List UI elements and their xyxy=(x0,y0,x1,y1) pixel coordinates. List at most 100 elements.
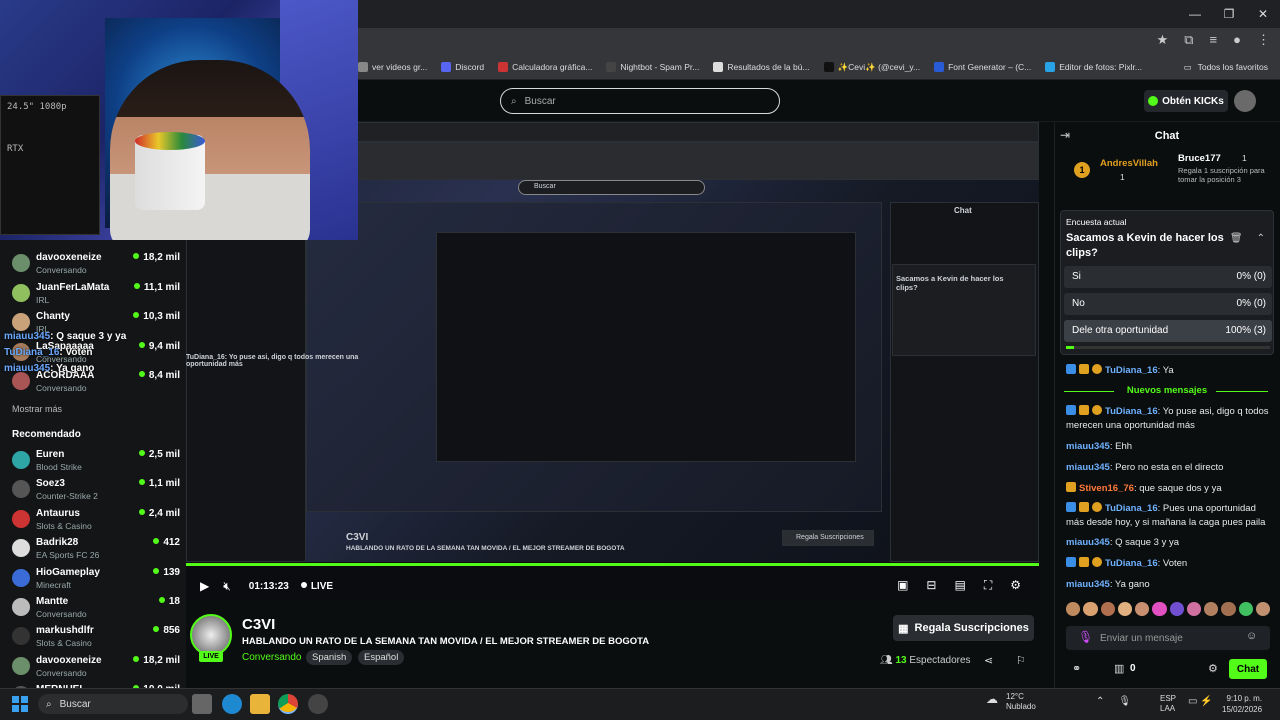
sidebar-channel[interactable]: davooxeneize Conversando 18,2 mil xyxy=(12,655,180,683)
chat-username[interactable]: miauu345 xyxy=(1066,441,1110,452)
pip-icon[interactable]: ▤ xyxy=(954,578,965,593)
chat-username[interactable]: TuDiana_16 xyxy=(1105,406,1158,417)
minimize-icon[interactable]: — xyxy=(1178,0,1212,28)
search-input[interactable]: ⌕ Buscar xyxy=(500,88,780,114)
taskbar-weather[interactable]: ☁ 12°C Nublado xyxy=(986,692,1036,712)
chat-username[interactable]: miauu345 xyxy=(1066,537,1110,548)
play-icon[interactable]: ▶ xyxy=(200,579,209,593)
media-icon[interactable]: ≡ xyxy=(1210,32,1218,48)
emote-icon[interactable] xyxy=(1204,602,1219,616)
emote-icon[interactable] xyxy=(1186,602,1201,616)
taskbar-language[interactable]: ESP LAA xyxy=(1160,694,1176,714)
mute-icon[interactable]: 🔇︎ xyxy=(223,579,231,594)
poll-option[interactable]: Si 0% (0) xyxy=(1064,266,1272,288)
all-bookmarks[interactable]: ▭ Todos los favoritos xyxy=(1184,54,1268,80)
profile-icon[interactable]: ● xyxy=(1233,32,1241,48)
emote-icon[interactable] xyxy=(1066,602,1081,616)
bookmark-item[interactable]: Editor de fotos: Pixlr... xyxy=(1045,62,1142,72)
emote-icon[interactable] xyxy=(1169,602,1184,616)
gift-subs-button[interactable]: ▦ Regala Suscripciones xyxy=(893,615,1034,641)
points-icon[interactable]: ▥ xyxy=(1114,662,1124,675)
edge-icon[interactable] xyxy=(222,694,242,714)
sidebar-channel[interactable]: Mantte Conversando 18 xyxy=(12,596,180,624)
chat-username[interactable]: TuDiana_16 xyxy=(1105,558,1158,569)
bookmark-item[interactable]: ✨Cevi✨ (@cevi_y... xyxy=(823,61,920,73)
emote-icon[interactable] xyxy=(1255,602,1270,616)
poll-option[interactable]: Dele otra oportunidad 100% (3) xyxy=(1064,320,1272,342)
show-more-link[interactable]: Mostrar más xyxy=(12,404,62,414)
get-kicks-button[interactable]: Obtén KICKs xyxy=(1144,90,1228,112)
tag-espanol[interactable]: Español xyxy=(358,650,405,665)
chat-settings-icon[interactable]: ⚙ xyxy=(1208,662,1218,675)
explorer-icon[interactable] xyxy=(250,694,270,714)
chevron-up-icon[interactable]: ⌃ xyxy=(1096,696,1104,707)
settings-icon[interactable]: ⚙ xyxy=(1010,578,1021,593)
chat-username[interactable]: TuDiana_16 xyxy=(1105,503,1158,514)
emote-icon[interactable] xyxy=(1100,602,1115,616)
windows-start-icon[interactable] xyxy=(12,696,28,712)
sidebar-channel[interactable]: davooxeneize Conversando 18,2 mil xyxy=(12,252,180,280)
crown-icon xyxy=(1079,557,1089,567)
bookmark-item[interactable]: Font Generator – (C... xyxy=(934,62,1031,72)
chat-send-button[interactable]: Chat xyxy=(1229,659,1267,679)
tag-spanish[interactable]: Spanish xyxy=(306,650,353,665)
pinned-user1-count: 1 xyxy=(1120,172,1125,182)
bookmark-favicon-icon xyxy=(606,62,617,72)
mic-icon[interactable]: 🎙︎ xyxy=(1078,630,1093,644)
emote-icon[interactable] xyxy=(1152,602,1167,616)
extensions-icon[interactable]: ⧉ xyxy=(1184,32,1193,48)
menu-icon[interactable]: ⋮ xyxy=(1257,32,1270,48)
chat-input[interactable]: Enviar un mensaje xyxy=(1066,626,1270,650)
video-progress-bar[interactable] xyxy=(186,563,1039,566)
sidebar-channel[interactable]: Antaurus Slots & Casino 2,4 mil xyxy=(12,508,180,536)
emote-icon[interactable] xyxy=(1135,602,1150,616)
chat-username[interactable]: miauu345 xyxy=(1066,462,1110,473)
emote-icon[interactable] xyxy=(1221,602,1236,616)
chat-username[interactable]: TuDiana_16 xyxy=(1105,365,1158,376)
theatre-icon[interactable]: ⊟ xyxy=(926,578,936,593)
clip-icon[interactable]: ▣ xyxy=(897,578,908,593)
trash-icon[interactable]: 🗑︎ xyxy=(1230,233,1243,244)
emote-icon[interactable] xyxy=(1238,602,1253,616)
report-icon[interactable]: ⚐ xyxy=(1016,654,1026,667)
streamer-avatar[interactable] xyxy=(190,614,232,656)
bookmark-item[interactable]: Discord xyxy=(441,62,484,72)
bookmark-item[interactable]: ver videos gr... xyxy=(358,62,427,72)
chrome-icon[interactable] xyxy=(278,694,298,714)
emote-icon[interactable] xyxy=(1117,602,1132,616)
close-icon[interactable]: ✕ xyxy=(1246,0,1280,28)
user-avatar[interactable] xyxy=(1234,90,1256,112)
chat-username[interactable]: Stiven16_76 xyxy=(1079,483,1134,494)
sidebar-channel[interactable]: Euren Blood Strike 2,5 mil xyxy=(12,449,180,477)
chat-username[interactable]: miauu345 xyxy=(1066,579,1110,590)
chevron-up-icon[interactable]: ⌃ xyxy=(1257,233,1265,244)
taskbar-clock[interactable]: 9:10 p. m. 15/02/2026 xyxy=(1222,693,1262,715)
sidebar-channel[interactable]: Badrik28 EA Sports FC 26 412 xyxy=(12,537,180,565)
share-icon[interactable]: ⋖ xyxy=(984,654,993,667)
network-volume-icon[interactable]: ▭ ⚡ xyxy=(1188,696,1213,707)
sidebar-channel[interactable]: ACORDAAA Conversando 8,4 mil xyxy=(12,370,180,398)
task-view-icon[interactable] xyxy=(192,694,212,714)
poll-option-label: Dele otra oportunidad xyxy=(1072,325,1169,336)
bookmark-star-icon[interactable]: ★ xyxy=(1157,32,1169,48)
emote-icon[interactable] xyxy=(1083,602,1098,616)
bookmark-item[interactable]: Calculadora gráfica... xyxy=(498,62,592,72)
emoji-icon[interactable]: ☺ xyxy=(1246,630,1257,642)
sidebar-channel[interactable]: JuanFerLaMata IRL 11,1 mil xyxy=(12,282,180,310)
sidebar-channel[interactable]: Soez3 Counter-Strike 2 1,1 mil xyxy=(12,478,180,506)
link-icon[interactable]: ⚭ xyxy=(1072,662,1081,675)
mic-icon[interactable]: 🎙︎ xyxy=(1118,696,1131,707)
live-indicator[interactable]: LIVE xyxy=(301,581,333,592)
streamer-name[interactable]: C3VI xyxy=(242,616,275,633)
sidebar-channel[interactable]: markushdlfr Slots & Casino 856 xyxy=(12,625,180,653)
taskbar-search[interactable]: ⌕ Buscar xyxy=(38,694,188,714)
stream-category[interactable]: Conversando xyxy=(242,652,301,663)
bookmark-item[interactable]: Nightbot - Spam Pr... xyxy=(606,62,699,72)
bookmark-item[interactable]: Resultados de la bú... xyxy=(713,62,810,72)
obs-icon[interactable] xyxy=(308,694,328,714)
fullscreen-icon[interactable]: ⛶ xyxy=(984,578,992,593)
maximize-icon[interactable]: ❐ xyxy=(1212,0,1246,28)
poll-option[interactable]: No 0% (0) xyxy=(1064,293,1272,315)
gift-icon: ▦ xyxy=(898,622,909,635)
sidebar-channel[interactable]: HioGameplay Minecraft 139 xyxy=(12,567,180,595)
